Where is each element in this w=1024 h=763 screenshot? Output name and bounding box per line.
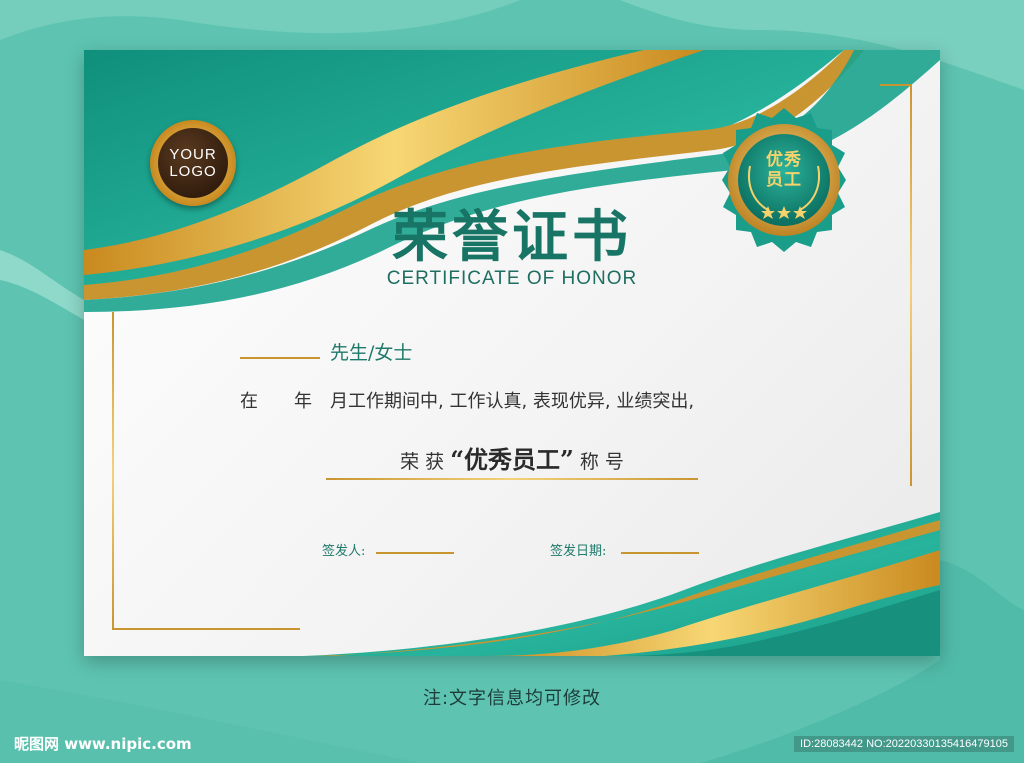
honor-suffix: 称 号 bbox=[573, 451, 624, 473]
frame-line-left bbox=[112, 312, 114, 630]
frame-line-right-top bbox=[880, 84, 912, 86]
watermark-id: ID:28083442 NO:20220330135416479105 bbox=[794, 736, 1014, 752]
honor-prefix: 荣 获 bbox=[400, 451, 451, 473]
certificate-subtitle: CERTIFICATE OF HONOR bbox=[386, 268, 638, 289]
honor-line: 荣 获 “优秀员工” 称 号 bbox=[322, 440, 702, 475]
badge-text-line1: 优秀 bbox=[766, 150, 802, 170]
signer-label: 签发人: bbox=[322, 544, 366, 559]
honor-title: “优秀员工” bbox=[450, 445, 574, 474]
date-label: 签发日期: bbox=[550, 544, 607, 559]
body-text: 在 年 月工作期间中, 工作认真, 表现优异, 业绩突出, bbox=[240, 391, 695, 412]
honor-underline bbox=[326, 478, 698, 480]
date-blank-line bbox=[621, 552, 699, 554]
watermark-site: 昵图网 www.nipic.com bbox=[14, 735, 192, 753]
certificate-card: YOUR LOGO 优秀 员工 荣誉证书 CERTIFICATE OF HONO… bbox=[84, 50, 940, 656]
badge-text-line2: 员工 bbox=[766, 170, 802, 190]
name-suffix: 先生/女士 bbox=[330, 342, 413, 364]
logo-text-line2: LOGO bbox=[169, 163, 217, 180]
signer-blank-line bbox=[376, 552, 454, 554]
editable-note: 注:文字信息均可修改 bbox=[422, 688, 602, 709]
certificate-title: 荣誉证书 bbox=[392, 204, 632, 270]
name-blank-line bbox=[240, 357, 320, 359]
frame-line-left-bottom bbox=[112, 628, 300, 630]
logo-text-line1: YOUR bbox=[169, 146, 217, 163]
